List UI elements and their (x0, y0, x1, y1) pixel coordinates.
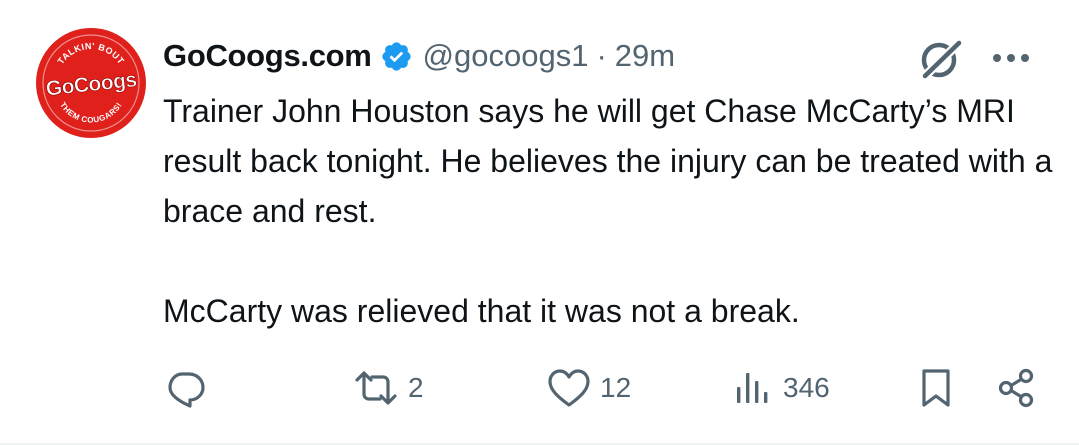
author-handle[interactable]: @gocoogs1 (423, 38, 589, 74)
avatar[interactable]: TALKIN' BOUT GoCoogs THEM COUGARS! (35, 27, 147, 139)
share-button[interactable] (994, 358, 1038, 418)
tweet-text: Trainer John Houston says he will get Ch… (163, 93, 1053, 329)
reply-button[interactable] (163, 358, 215, 418)
views-icon (737, 373, 768, 403)
action-bar: 2 12 346 (0, 358, 1079, 418)
like-icon (548, 369, 590, 407)
bookmark-button[interactable] (916, 358, 956, 418)
author-name[interactable]: GoCoogs.com (163, 38, 372, 74)
tweet-card[interactable]: TALKIN' BOUT GoCoogs THEM COUGARS! GoCoo… (0, 0, 1079, 445)
grok-icon[interactable] (917, 35, 965, 83)
views-count: 346 (783, 372, 830, 403)
like-button[interactable]: 12 (546, 358, 631, 418)
separator-dot: · (596, 38, 607, 73)
like-count: 12 (600, 372, 632, 403)
retweet-icon (355, 371, 397, 405)
views-button[interactable]: 346 (731, 358, 830, 418)
gocoogs-logo-icon: TALKIN' BOUT GoCoogs THEM COUGARS! (36, 28, 146, 138)
retweet-count: 2 (408, 372, 424, 403)
retweet-button[interactable]: 2 (352, 358, 424, 418)
verified-badge-icon[interactable] (380, 40, 413, 73)
tweet-time[interactable]: 29m (615, 38, 675, 74)
tweet-header: GoCoogs.com @gocoogs1 · 29m (163, 30, 675, 82)
share-icon (998, 368, 1034, 408)
more-icon[interactable] (988, 38, 1034, 78)
bookmark-icon (922, 369, 950, 407)
reply-icon (168, 372, 205, 408)
